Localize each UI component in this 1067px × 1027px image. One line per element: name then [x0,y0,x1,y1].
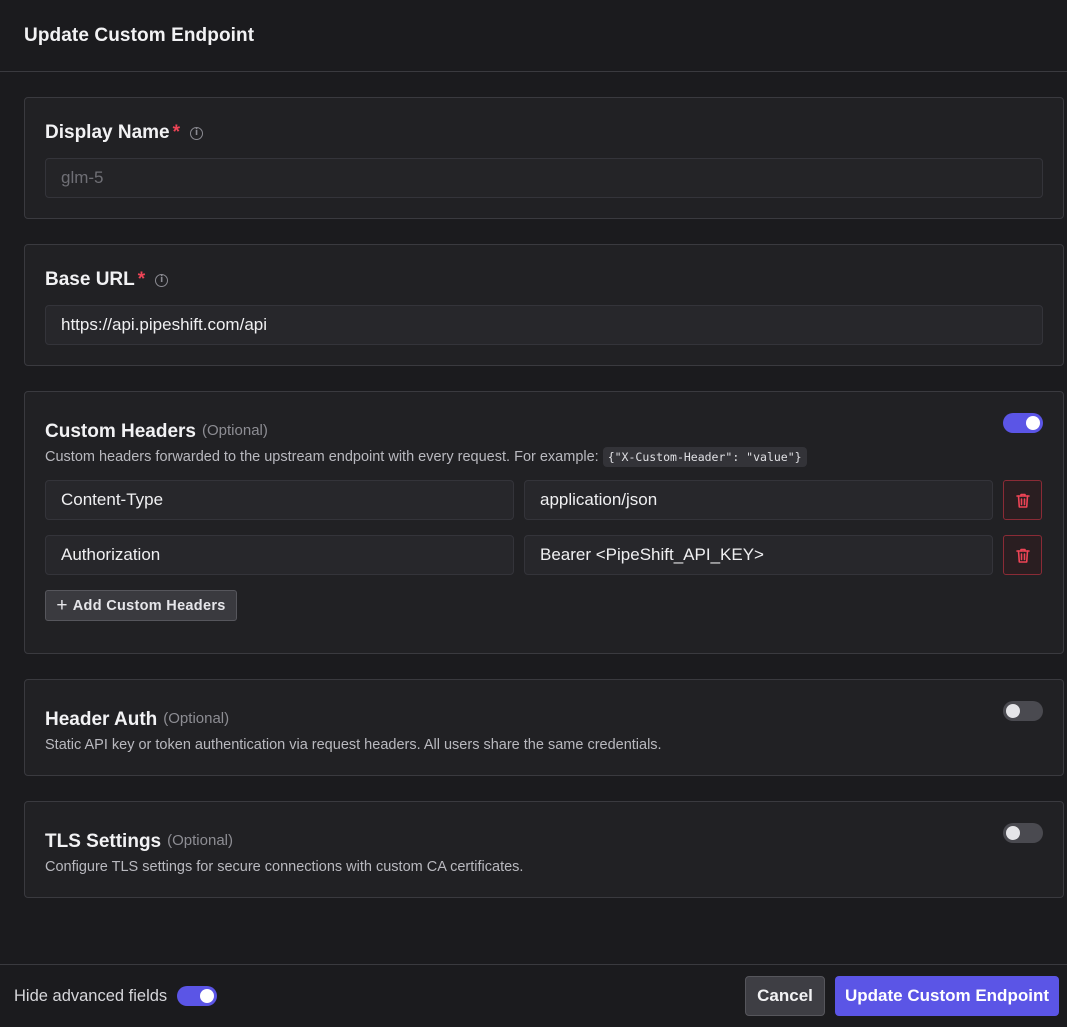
update-custom-endpoint-button[interactable]: Update Custom Endpoint [835,976,1059,1016]
tls-settings-card: TLS Settings (Optional) Configure TLS se… [24,801,1064,898]
custom-headers-description: Custom headers forwarded to the upstream… [45,447,1043,467]
header-auth-toggle[interactable] [1003,701,1043,721]
toggle-knob [200,989,215,1003]
hide-advanced-toggle[interactable] [177,986,218,1006]
custom-headers-description-text: Custom headers forwarded to the upstream… [45,449,599,465]
required-mark: * [172,122,181,143]
base-url-input[interactable]: https://api.pipeshift.com/api [45,305,1043,345]
header-key-input[interactable]: Content-Type [45,480,514,520]
tls-settings-toggle[interactable] [1003,823,1043,843]
plus-icon: + [56,595,68,616]
info-icon[interactable]: i [190,126,204,140]
tls-settings-title: TLS Settings (Optional) [45,827,1043,857]
header-row: Authorization Bearer <PipeShift_API_KEY> [45,535,1043,575]
add-custom-headers-label: Add Custom Headers [72,597,226,614]
tls-settings-description: Configure TLS settings for secure connec… [45,859,524,875]
display-name-input[interactable]: glm-5 [45,158,1043,198]
cancel-button[interactable]: Cancel [745,976,825,1016]
form-content: Display Name * i glm-5 Base URL * i http… [0,72,1067,898]
custom-headers-card: Custom Headers (Optional) Custom headers… [24,391,1064,654]
optional-tag: (Optional) [202,421,268,439]
trash-icon [1015,493,1030,508]
delete-header-button[interactable] [1003,480,1042,520]
optional-tag: (Optional) [167,831,233,849]
header-row: Content-Type application/json [45,480,1043,520]
optional-tag: (Optional) [163,709,230,727]
required-mark: * [137,269,146,290]
custom-headers-label: Custom Headers [45,421,196,442]
header-value-input[interactable]: Bearer <PipeShift_API_KEY> [524,535,993,575]
base-url-title: Base URL * i [45,265,1043,295]
hide-advanced-label: Hide advanced fields [14,986,168,1005]
dialog-footer: Hide advanced fields Cancel Update Custo… [0,964,1067,1027]
base-url-card: Base URL * i https://api.pipeshift.com/a… [24,244,1064,366]
example-code: {"X-Custom-Header": "value"} [602,447,807,467]
delete-header-button[interactable] [1003,535,1042,575]
dialog-title: Update Custom Endpoint [24,24,255,46]
custom-headers-toggle[interactable] [1003,413,1043,433]
custom-headers-title: Custom Headers (Optional) [45,417,1043,447]
add-custom-headers-button[interactable]: + Add Custom Headers [45,590,237,621]
toggle-knob [1026,416,1040,430]
info-icon[interactable]: i [155,273,169,287]
tls-settings-label: TLS Settings [45,831,162,852]
header-key-input[interactable]: Authorization [45,535,514,575]
header-value-input[interactable]: application/json [524,480,993,520]
toggle-knob [1006,704,1020,718]
base-url-label: Base URL [45,269,135,290]
header-auth-label: Header Auth [45,709,158,730]
display-name-title: Display Name * i [45,118,1043,148]
header-auth-title: Header Auth (Optional) [45,705,1043,735]
toggle-knob [1006,826,1020,840]
display-name-label: Display Name [45,122,170,143]
header-rows: Content-Type application/json Authorizat… [45,480,1043,575]
header-auth-card: Header Auth (Optional) Static API key or… [24,679,1064,776]
display-name-card: Display Name * i glm-5 [24,97,1064,219]
dialog-header: Update Custom Endpoint [0,0,1067,72]
trash-icon [1015,548,1030,563]
header-auth-description: Static API key or token authentication v… [45,737,662,753]
